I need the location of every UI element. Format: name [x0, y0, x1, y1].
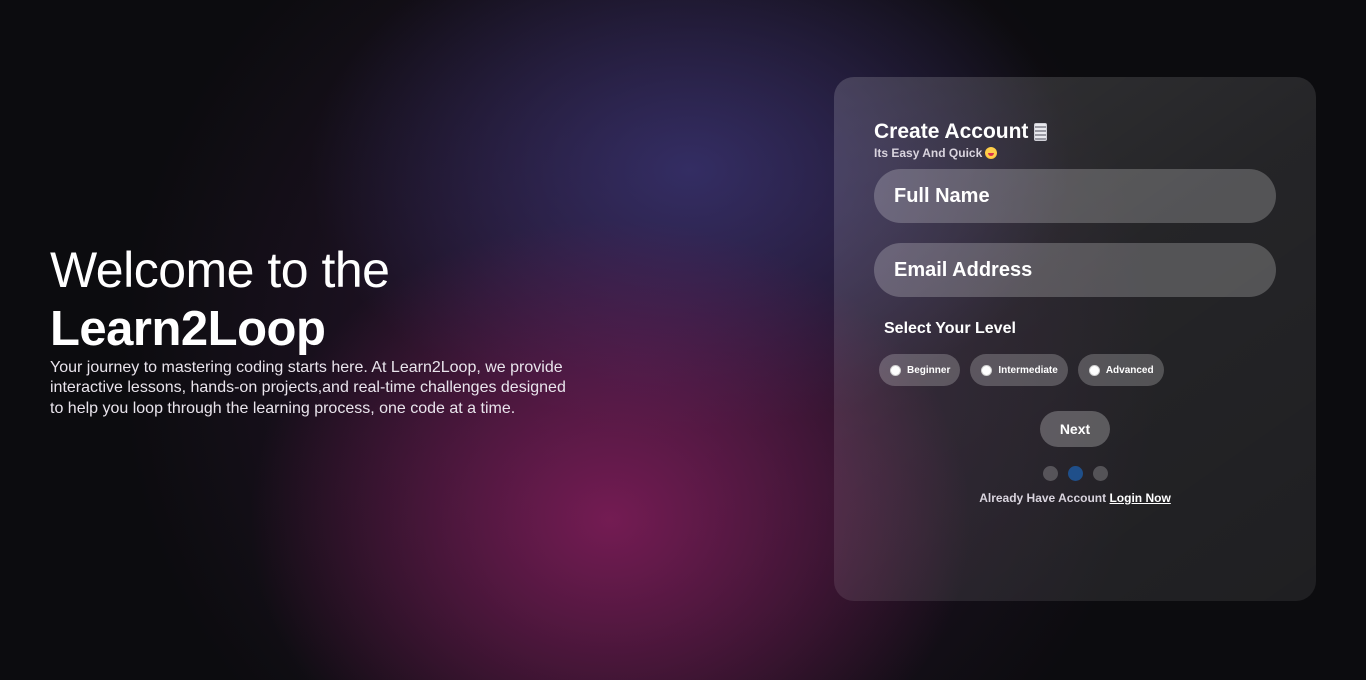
hero-description: Your journey to mastering coding starts … — [50, 359, 566, 417]
step-indicator — [874, 466, 1276, 481]
level-option-intermediate[interactable]: Intermediate — [970, 354, 1068, 386]
notepad-icon — [1034, 123, 1048, 141]
hero-section: Welcome to the Learn2Loop Your journey t… — [50, 240, 570, 419]
step-dot-1 — [1042, 466, 1058, 481]
form-title-text: Create Account — [874, 120, 1029, 143]
form-subtitle-text: Its Easy And Quick — [874, 146, 983, 160]
next-wrapper: Next — [874, 411, 1276, 447]
form-title: Create Account — [874, 119, 1276, 145]
step-dot-3 — [1092, 466, 1108, 481]
login-now-link[interactable]: Login Now — [1109, 491, 1170, 505]
level-option-label: Intermediate — [998, 364, 1058, 376]
next-button[interactable]: Next — [1040, 411, 1110, 447]
radio-beginner[interactable] — [890, 364, 901, 376]
level-option-label: Advanced — [1105, 364, 1154, 376]
hero-welcome-heading: Welcome to the — [50, 242, 390, 298]
level-label: Select Your Level — [884, 320, 1016, 337]
step-dot-2-active — [1067, 466, 1083, 481]
hero-brand-heading: Learn2Loop — [50, 302, 326, 356]
starstruck-emoji-icon — [985, 147, 998, 159]
radio-intermediate[interactable] — [981, 364, 993, 376]
signup-card: Create Account Its Easy And Quick Select… — [834, 77, 1316, 601]
login-prompt: Already Have Account Login Now — [874, 491, 1276, 505]
level-option-beginner[interactable]: Beginner — [879, 354, 961, 386]
level-options: Beginner Intermediate Advanced — [879, 354, 1276, 386]
level-option-advanced[interactable]: Advanced — [1077, 354, 1164, 386]
form-subtitle: Its Easy And Quick — [874, 146, 1276, 160]
login-prompt-text: Already Have Account — [979, 491, 1107, 505]
level-option-label: Beginner — [907, 364, 951, 376]
email-input[interactable] — [874, 243, 1276, 297]
full-name-input[interactable] — [874, 169, 1276, 223]
radio-advanced[interactable] — [1088, 364, 1100, 376]
